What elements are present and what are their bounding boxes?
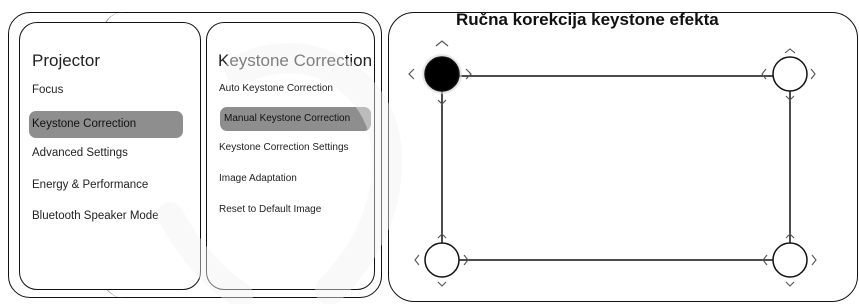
chevron-left-icon bbox=[761, 68, 767, 80]
chevron-left-icon bbox=[414, 254, 420, 266]
menu-item-bluetooth-speaker-mode[interactable]: Bluetooth Speaker Mode bbox=[32, 210, 159, 222]
chevron-right-icon bbox=[810, 68, 816, 80]
menu-item-energy-performance[interactable]: Energy & Performance bbox=[32, 179, 148, 191]
chevron-right-icon bbox=[811, 254, 817, 266]
chevron-down-icon bbox=[785, 281, 795, 287]
menu-item-keystone-correction[interactable]: Keystone Correction bbox=[29, 111, 183, 138]
menu-item-keystone-settings[interactable]: Keystone Correction Settings bbox=[219, 142, 349, 153]
keystone-menu-title: Keystone Correction bbox=[218, 51, 373, 70]
menu-item-advanced-settings[interactable]: Advanced Settings bbox=[32, 147, 128, 159]
chevron-up-icon bbox=[784, 48, 796, 54]
image-outline bbox=[441, 75, 791, 261]
corner-handle-top-right[interactable] bbox=[761, 48, 816, 101]
projector-menu-panel: Projector Focus Keystone Correction Adva… bbox=[19, 22, 201, 290]
screen: Projector Focus Keystone Correction Adva… bbox=[0, 0, 859, 304]
chevron-down-icon bbox=[437, 281, 447, 287]
menu-item-image-adaptation[interactable]: Image Adaptation bbox=[219, 173, 297, 184]
menu-item-focus[interactable]: Focus bbox=[32, 84, 63, 96]
projector-menu-title: Projector bbox=[32, 51, 101, 70]
menu-item-auto-keystone[interactable]: Auto Keystone Correction bbox=[219, 83, 333, 94]
keystone-menu-panel: Keystone Correction Auto Keystone Correc… bbox=[206, 22, 375, 290]
chevron-up-icon bbox=[435, 40, 449, 47]
chevron-left-icon bbox=[408, 68, 415, 80]
keystone-canvas bbox=[408, 40, 817, 287]
menu-item-reset-default[interactable]: Reset to Default Image bbox=[219, 204, 321, 215]
corner-handle-top-left[interactable] bbox=[408, 40, 472, 105]
chevron-right-icon bbox=[465, 68, 472, 80]
menu-item-manual-keystone[interactable]: Manual Keystone Correction bbox=[220, 107, 371, 131]
